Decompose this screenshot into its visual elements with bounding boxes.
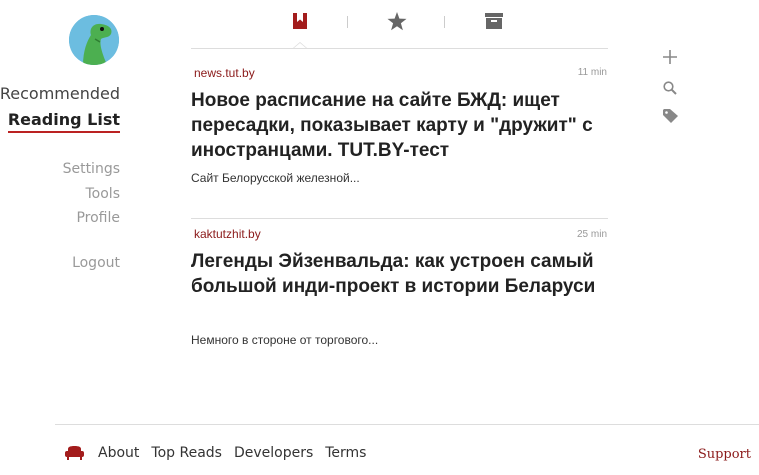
footer-support-link[interactable]: Support: [698, 447, 751, 462]
secondary-nav: Settings Tools Profile Logout: [63, 157, 120, 275]
article-excerpt: Немного в стороне от торгового...: [191, 333, 379, 347]
article-time: 11 min: [577, 67, 607, 78]
article-item[interactable]: kaktutzhit.by 25 min Легенды Эйзенвальда…: [191, 218, 608, 347]
article-time: 25 min: [576, 229, 607, 240]
sofa-logo-icon[interactable]: [65, 446, 84, 460]
add-plus-icon[interactable]: [660, 47, 680, 67]
nav-settings[interactable]: Settings: [63, 157, 120, 182]
nav-tools[interactable]: Tools: [63, 182, 121, 207]
nav-logout[interactable]: Logout: [63, 251, 120, 276]
dinosaur-avatar-icon: [69, 15, 119, 65]
avatar[interactable]: [69, 15, 119, 65]
article-title[interactable]: Легенды Эйзенвальда: как устроен самый б…: [191, 249, 608, 299]
footer-developers-link[interactable]: Developers: [234, 445, 313, 461]
footer-top-reads-link[interactable]: Top Reads: [151, 445, 222, 461]
nav-profile[interactable]: Profile: [63, 206, 120, 231]
article-title[interactable]: Новое расписание на сайте БЖД: ищет пере…: [191, 88, 608, 163]
reading-list-icon[interactable]: [289, 10, 311, 32]
tag-icon[interactable]: [660, 106, 680, 126]
favorites-star-icon[interactable]: [386, 10, 408, 32]
footer-terms-link[interactable]: Terms: [325, 445, 366, 461]
nav-recommended[interactable]: Recommended: [0, 81, 120, 107]
nav-reading-list[interactable]: Reading List: [7, 109, 120, 133]
article-source[interactable]: news.tut.by: [194, 66, 255, 80]
archive-icon[interactable]: [483, 10, 505, 32]
article-source[interactable]: kaktutzhit.by: [194, 227, 261, 241]
search-icon[interactable]: [660, 78, 680, 98]
main-nav: Recommended Reading List: [0, 81, 120, 133]
footer-about-link[interactable]: About: [98, 445, 139, 461]
active-tab-caret: [293, 42, 307, 48]
list-tabs: [191, 0, 608, 49]
article-excerpt: Сайт Белорусской железной...: [191, 171, 360, 185]
footer: About Top Reads Developers Terms Support: [55, 424, 759, 475]
